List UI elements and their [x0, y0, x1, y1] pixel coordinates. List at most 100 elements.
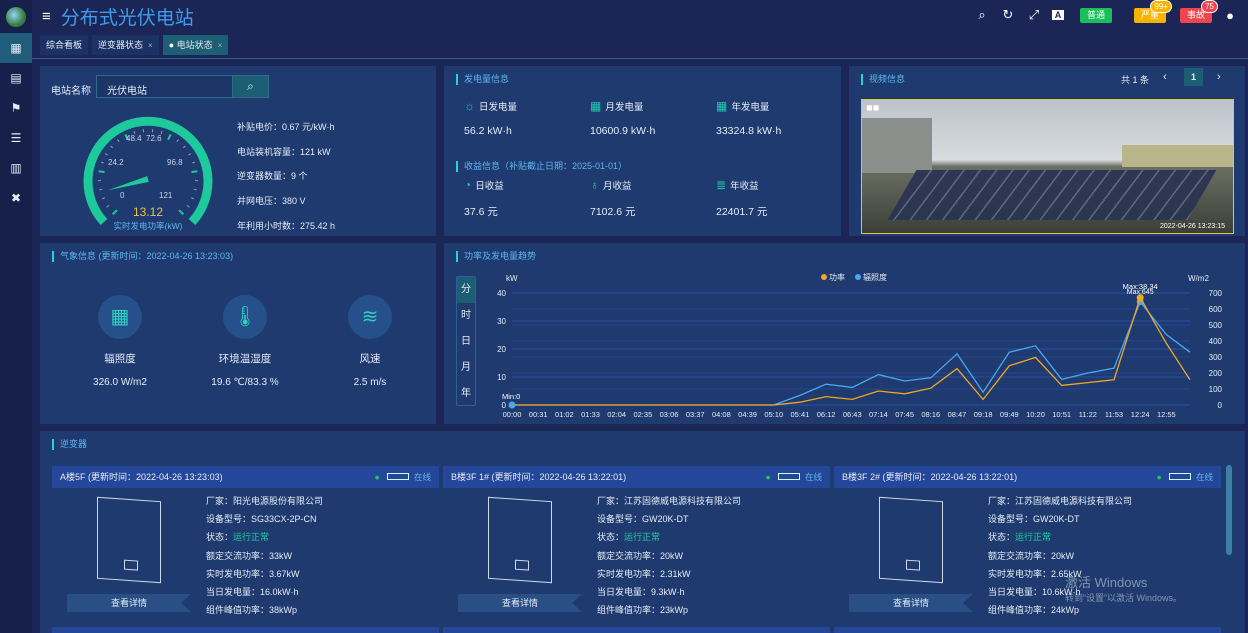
y2-tick-label: 300	[1209, 353, 1223, 362]
stat-value: 33324.8 kW·h	[716, 125, 782, 137]
fullscreen-icon[interactable]: ⤢	[1026, 7, 1042, 23]
legend-marker	[855, 274, 861, 280]
stat-item: ▦ 年发电量 33324.8 kW·h	[716, 99, 842, 137]
x-tick-label: 06:43	[843, 410, 862, 419]
y2-tick-label: 600	[1209, 305, 1223, 314]
x-tick-label: 02:04	[607, 410, 626, 419]
scrollbar[interactable]	[1226, 465, 1232, 555]
gauge-tick-label: 72.6	[146, 134, 162, 143]
stat-item: ♁ 月收益 7102.6 元	[590, 178, 716, 219]
prev-page-button[interactable]: ‹	[1163, 71, 1167, 83]
gauge-tick	[176, 139, 180, 143]
page-1-button[interactable]: 1	[1184, 68, 1203, 86]
weather-value: 326.0 W/m2	[93, 377, 147, 388]
video-title: 视频信息	[861, 74, 905, 85]
subsidy-price: 补贴电价：0.67 元/kW·h	[237, 122, 335, 132]
x-tick-label: 06:12	[817, 410, 836, 419]
inverter-icon[interactable]: ▤	[0, 63, 32, 93]
list-icon[interactable]: ☰	[0, 123, 32, 153]
weather-value: 2.5 m/s	[353, 377, 387, 388]
status-label: 状态：	[206, 532, 234, 543]
weather-item: ≋ 风速 2.5 m/s	[320, 295, 420, 388]
tools-icon[interactable]: ✖	[0, 183, 32, 213]
alarm-normal-button[interactable]: 普通	[1079, 7, 1112, 23]
inverter-metric: 额定交流功率：20kW	[988, 550, 1075, 561]
weather-title: 气象信息 (更新时间：2022-04-26 13:23:03)	[52, 251, 233, 262]
gauge-tick	[100, 161, 104, 164]
hamburger-icon[interactable]: ≡	[42, 8, 51, 25]
gauge-tick	[186, 205, 190, 208]
y2-tick-label: 0	[1218, 401, 1223, 410]
annual-hours: 年利用小时数：275.42 h	[237, 220, 336, 231]
watermark-line: 转到“设置”以激活 Windows。	[1065, 593, 1183, 603]
gauge-value: 13.12	[133, 205, 163, 219]
x-tick-label: 05:41	[791, 410, 810, 419]
y-tick-label: 40	[497, 289, 506, 298]
x-tick-label: 10:20	[1026, 410, 1045, 419]
calendar-month-icon: ▦	[590, 99, 602, 113]
stat-label: 日收益	[475, 181, 504, 192]
gauge-tick-label: 24.2	[108, 158, 124, 167]
inverter-fields: 厂家：阳光电源股份有限公司 设备型号：SG33CX-2P-CN 状态：运行正常 额定交…	[206, 492, 323, 619]
status-row: 状态：运行正常	[988, 528, 1132, 546]
stat-item: ☼ 日发电量 56.2 kW·h	[464, 99, 590, 137]
gauge-tick-label: 121	[159, 191, 173, 200]
x-tick-label: 00:31	[529, 410, 548, 419]
close-icon[interactable]: ×	[218, 41, 223, 50]
user-icon[interactable]: ●	[1222, 8, 1238, 23]
tab-station-status[interactable]: ● 电站状态 ×	[162, 35, 229, 55]
gauge-tick	[99, 188, 103, 191]
x-tick-label: 01:02	[555, 410, 574, 419]
online-status: 在线	[1195, 472, 1213, 482]
next-page-button[interactable]: ›	[1217, 71, 1221, 83]
inverter-metric: 当日发电量：16.0kW·h	[206, 587, 299, 598]
alarm-accident-button[interactable]: 事故 75	[1179, 0, 1218, 23]
y2-tick-label: 700	[1209, 289, 1223, 298]
view-details-button[interactable]: 查看详情	[67, 594, 191, 612]
x-tick-label: 00:00	[503, 410, 522, 419]
plug-icon	[1168, 473, 1191, 480]
hand-coin-icon: ◔	[464, 178, 472, 192]
view-details-button[interactable]: 查看详情	[458, 594, 582, 612]
x-tick-label: 03:06	[660, 410, 679, 419]
card-footer	[834, 627, 1221, 633]
gauge-tick-label: 48.4	[126, 134, 142, 143]
stat-label: 月发电量	[605, 102, 644, 113]
close-icon[interactable]: ×	[148, 41, 153, 50]
refresh-icon[interactable]: ↻	[1000, 7, 1016, 23]
x-tick-label: 03:37	[686, 410, 705, 419]
video-feed[interactable]: ◼◼ 2022-04-26 13:23:15	[861, 99, 1234, 234]
inverter-image	[97, 496, 161, 584]
tab-dashboard[interactable]: 综合看板	[40, 35, 89, 55]
inverter-card-header: B楼3F 2# (更新时间：2022-04-26 13:22:01) ● 在线	[834, 466, 1221, 488]
dashboard-icon[interactable]: ▦	[0, 33, 32, 63]
search-button[interactable]: ⌕	[232, 75, 269, 98]
weather-station-icon[interactable]: ⚑	[0, 93, 32, 123]
manufacturer: 厂家：江苏固德威电源科技有限公司	[597, 496, 742, 506]
legend-label[interactable]: 功率	[829, 272, 845, 282]
inverter-count: 逆变器数量：9 个	[237, 171, 308, 182]
plug-icon	[777, 473, 800, 480]
grid-voltage: 并网电压：380 V	[237, 196, 306, 207]
gauge-tick-label: 0	[120, 191, 125, 200]
x-tick-label: 02:35	[633, 410, 652, 419]
generation-title: 发电量信息	[456, 74, 509, 85]
gauge-tick	[106, 205, 110, 208]
y-tick-label: 30	[497, 317, 506, 326]
inverter-fields: 厂家：江苏固德威电源科技有限公司 设备型号：GW20K-DT 状态：运行正常 额定交流…	[597, 492, 741, 619]
weather-panel: 气象信息 (更新时间：2022-04-26 13:23:03) ▦ 辐照度 326.…	[40, 243, 436, 424]
font-size-icon[interactable]: A	[1051, 10, 1064, 20]
inverter-name: B楼3F 1# (更新时间：2022-04-26 13:22:01)	[451, 472, 627, 482]
sidebar: ▦ ▤ ⚑ ☰ ▥ ✖	[0, 0, 32, 633]
sun-icon: ☼	[464, 99, 475, 113]
view-details-button[interactable]: 查看详情	[849, 594, 973, 612]
stat-label: 年收益	[730, 181, 759, 192]
search-icon[interactable]: ⌕	[974, 7, 990, 23]
tab-inverter-status[interactable]: 逆变器状态 ×	[92, 35, 159, 55]
legend-label[interactable]: 辐照度	[863, 272, 887, 282]
station-name-input[interactable]: 光伏电站	[96, 75, 232, 98]
stat-value: 37.6 元	[464, 206, 498, 218]
alarm-serious-button[interactable]: 严重 99+	[1133, 0, 1172, 23]
panel-icon[interactable]: ▥	[0, 153, 32, 183]
inverter-display	[906, 559, 920, 571]
